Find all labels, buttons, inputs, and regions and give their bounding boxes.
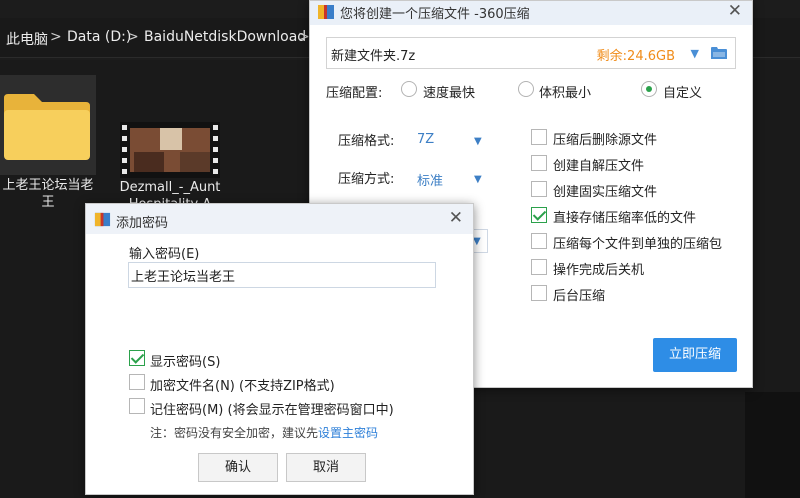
option-store-low-ratio[interactable]: 直接存储压缩率低的文件	[553, 207, 696, 226]
folder-name: 上老王论坛当老王	[2, 178, 94, 210]
checkbox-separate-archives[interactable]	[531, 233, 547, 249]
option-remember-password[interactable]: 记住密码(M) (将会显示在管理密码窗口中)	[150, 399, 394, 418]
chevron-down-icon[interactable]: ▼	[474, 136, 482, 147]
option-delete-source[interactable]: 压缩后删除源文件	[553, 129, 657, 148]
archive-app-icon	[318, 5, 334, 19]
set-master-password-link[interactable]: 设置主密码	[318, 426, 378, 440]
breadcrumb-folder[interactable]: BaiduNetdiskDownload	[144, 29, 306, 45]
breadcrumb-drive[interactable]: Data (D:)	[67, 29, 131, 45]
checkbox-solid-archive[interactable]	[531, 181, 547, 197]
option-shutdown-after[interactable]: 操作完成后关机	[553, 259, 644, 278]
archive-file-name[interactable]: 新建文件夹.7z	[331, 45, 415, 64]
chevron-down-icon[interactable]: ▼	[691, 47, 699, 60]
radio-fastest[interactable]	[401, 81, 417, 97]
option-self-extract[interactable]: 创建自解压文件	[553, 155, 644, 174]
compress-dialog-titlebar: 您将创建一个压缩文件 -360压缩 ✕	[310, 1, 752, 25]
option-show-password[interactable]: 显示密码(S)	[150, 351, 220, 370]
password-input[interactable]	[128, 262, 436, 288]
format-select[interactable]: 7Z	[417, 132, 434, 147]
checkbox-shutdown-after[interactable]	[531, 259, 547, 275]
archive-path-field[interactable]: 新建文件夹.7z 剩余:24.6GB ▼	[326, 37, 736, 69]
browse-folder-icon[interactable]	[711, 46, 727, 60]
close-icon[interactable]: ✕	[728, 1, 742, 21]
free-space-text: 剩余:24.6GB	[596, 49, 675, 64]
checkbox-store-low-ratio[interactable]	[531, 207, 547, 223]
method-select[interactable]: 标准	[417, 170, 443, 189]
checkbox-show-password[interactable]	[129, 350, 145, 366]
option-separate-archives[interactable]: 压缩每个文件到单独的压缩包	[553, 233, 722, 252]
option-solid-archive[interactable]: 创建固实压缩文件	[553, 181, 657, 200]
checkbox-delete-source[interactable]	[531, 129, 547, 145]
breadcrumb-separator: >	[127, 29, 139, 45]
confirm-button[interactable]: 确认	[198, 453, 278, 482]
security-note: 注：密码没有安全加密，建议先设置主密码	[150, 424, 378, 441]
radio-custom[interactable]	[641, 81, 657, 97]
password-input-label: 输入密码(E)	[129, 247, 200, 262]
method-label: 压缩方式:	[338, 172, 395, 187]
checkbox-background[interactable]	[531, 285, 547, 301]
option-background[interactable]: 后台压缩	[553, 285, 605, 304]
config-label: 压缩配置:	[326, 86, 383, 101]
archive-app-icon	[94, 212, 111, 227]
checkbox-remember-password[interactable]	[129, 398, 145, 414]
password-dialog-title: 添加密码	[116, 216, 169, 231]
scrollbar-area	[745, 392, 800, 498]
radio-custom-label[interactable]: 自定义	[663, 82, 702, 101]
breadcrumb-separator: >	[50, 29, 62, 45]
chevron-down-icon[interactable]: ▼	[473, 236, 481, 247]
password-dialog: 添加密码 ✕ 输入密码(E) 显示密码(S) 加密文件名(N) (不支持ZIP格…	[85, 203, 474, 495]
radio-smallest[interactable]	[518, 81, 534, 97]
video-film-icon	[120, 122, 220, 178]
close-icon[interactable]: ✕	[449, 208, 463, 228]
radio-fastest-label[interactable]: 速度最快	[423, 82, 475, 101]
security-note-text: 注：密码没有安全加密，建议先	[150, 426, 319, 440]
checkbox-encrypt-filenames[interactable]	[129, 374, 145, 390]
folder-icon	[4, 94, 90, 160]
breadcrumb-this-pc[interactable]: 此电脑	[6, 29, 48, 49]
format-label: 压缩格式:	[338, 134, 395, 149]
start-compress-button[interactable]: 立即压缩	[653, 338, 737, 372]
radio-smallest-label[interactable]: 体积最小	[539, 82, 591, 101]
checkbox-self-extract[interactable]	[531, 155, 547, 171]
compress-dialog-title: 您将创建一个压缩文件 -360压缩	[340, 7, 530, 22]
cancel-button[interactable]: 取消	[286, 453, 366, 482]
option-encrypt-filenames[interactable]: 加密文件名(N) (不支持ZIP格式)	[150, 375, 335, 394]
password-dialog-titlebar: 添加密码 ✕	[86, 204, 473, 234]
video-thumbnail[interactable]	[120, 122, 220, 178]
chevron-down-icon[interactable]: ▼	[474, 174, 482, 185]
breadcrumb-separator: >	[298, 29, 310, 45]
